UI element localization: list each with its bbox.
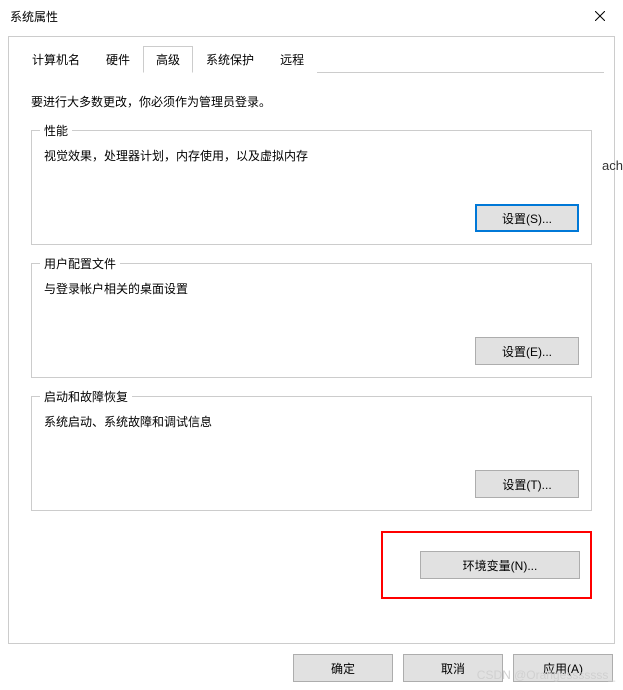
startup-group: 启动和故障恢复 系统启动、系统故障和调试信息 设置(T)... [31, 396, 592, 511]
startup-desc: 系统启动、系统故障和调试信息 [44, 413, 579, 430]
tab-remote[interactable]: 远程 [267, 46, 317, 73]
user-profile-settings-button[interactable]: 设置(E)... [475, 337, 579, 365]
performance-group: 性能 视觉效果，处理器计划，内存使用，以及虚拟内存 设置(S)... [31, 130, 592, 245]
apply-button[interactable]: 应用(A) [513, 654, 613, 682]
user-profile-desc: 与登录帐户相关的桌面设置 [44, 280, 579, 297]
user-profile-group: 用户配置文件 与登录帐户相关的桌面设置 设置(E)... [31, 263, 592, 378]
cancel-button[interactable]: 取消 [403, 654, 503, 682]
close-button[interactable] [577, 0, 623, 32]
cropped-side-text: ach [602, 158, 623, 173]
performance-title: 性能 [40, 122, 72, 139]
ok-button[interactable]: 确定 [293, 654, 393, 682]
env-highlight-box: 环境变量(N)... [381, 531, 592, 599]
intro-text: 要进行大多数更改，你必须作为管理员登录。 [31, 93, 592, 110]
tab-computer-name[interactable]: 计算机名 [19, 46, 93, 73]
performance-settings-button[interactable]: 设置(S)... [475, 204, 579, 232]
startup-settings-button[interactable]: 设置(T)... [475, 470, 579, 498]
environment-variables-button[interactable]: 环境变量(N)... [420, 551, 580, 579]
close-icon [595, 11, 605, 21]
tab-hardware[interactable]: 硬件 [93, 46, 143, 73]
startup-title: 启动和故障恢复 [40, 388, 132, 405]
tab-advanced[interactable]: 高级 [143, 46, 193, 73]
performance-desc: 视觉效果，处理器计划，内存使用，以及虚拟内存 [44, 147, 579, 164]
tab-system-protection[interactable]: 系统保护 [193, 46, 267, 73]
window-title: 系统属性 [10, 8, 58, 25]
tab-strip: 计算机名 硬件 高级 系统保护 远程 [19, 45, 604, 73]
user-profile-title: 用户配置文件 [40, 255, 120, 272]
dialog-footer: 确定 取消 应用(A) [293, 654, 613, 682]
